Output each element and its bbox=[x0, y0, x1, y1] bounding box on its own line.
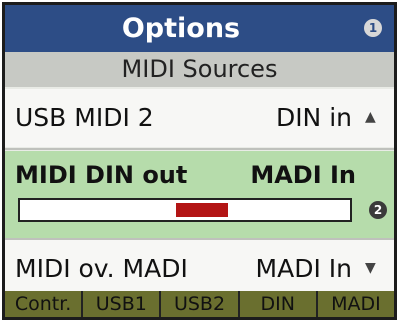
item-value[interactable]: DIN in bbox=[276, 103, 352, 132]
item-label: MIDI DIN out bbox=[15, 161, 188, 189]
section-title: MIDI Sources bbox=[5, 52, 394, 87]
options-panel: Options 1 MIDI Sources USB MIDI 2 DIN in… bbox=[2, 2, 397, 320]
list-item-midi-din-out[interactable]: MIDI DIN out MADI In 2 bbox=[5, 151, 394, 238]
tab-usb1[interactable]: USB1 bbox=[81, 291, 160, 317]
tab-din[interactable]: DIN bbox=[237, 291, 316, 317]
divider bbox=[5, 148, 394, 150]
list-item-midi-ov-madi[interactable]: MIDI ov. MADI MADI In ▼ bbox=[5, 240, 394, 298]
activity-meter bbox=[18, 198, 352, 222]
tab-madi[interactable]: MADI bbox=[315, 291, 395, 317]
item-label: MIDI ov. MADI bbox=[15, 254, 188, 283]
page-title: Options bbox=[121, 13, 241, 44]
tab-contr[interactable]: Contr. bbox=[5, 291, 82, 317]
item-label: USB MIDI 2 bbox=[15, 103, 154, 132]
arrow-up-icon[interactable]: ▲ bbox=[365, 109, 376, 125]
item-value[interactable]: MADI In bbox=[250, 161, 356, 189]
meter-fill bbox=[176, 203, 228, 217]
item-value[interactable]: MADI In bbox=[256, 254, 352, 283]
callout-badge-2: 2 bbox=[369, 201, 387, 219]
callout-badge-1: 1 bbox=[364, 19, 382, 37]
tab-bar: Contr. USB1 USB2 DIN MADI bbox=[5, 291, 395, 317]
list-item-usb-midi-2[interactable]: USB MIDI 2 DIN in ▲ bbox=[5, 89, 394, 147]
header: Options 1 bbox=[5, 5, 394, 52]
tab-usb2[interactable]: USB2 bbox=[159, 291, 238, 317]
arrow-down-icon[interactable]: ▼ bbox=[365, 260, 376, 276]
